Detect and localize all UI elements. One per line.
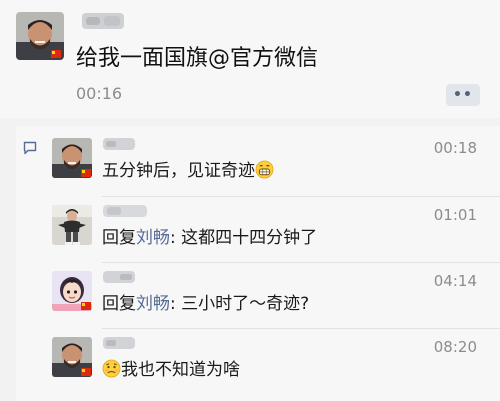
china-flag-icon xyxy=(51,50,61,58)
comment-item[interactable]: 04:14 回复刘畅: 三小时了～奇迹? xyxy=(52,261,500,325)
more-actions-button[interactable]: •• xyxy=(446,84,480,106)
post-author-avatar[interactable] xyxy=(16,12,64,60)
comment-timestamp: 00:18 xyxy=(433,139,477,157)
mention-link[interactable]: 刘畅 xyxy=(136,294,170,314)
comment-body: : 三小时了～奇迹? xyxy=(170,294,310,314)
comment-text: 回复刘畅: 这都四十四分钟了 xyxy=(102,227,317,249)
commenter-avatar[interactable] xyxy=(52,205,92,245)
comment-item[interactable]: 00:18 五分钟后，见证奇迹 xyxy=(52,128,500,192)
commenter-avatar[interactable] xyxy=(52,337,92,377)
reply-prefix: 回复 xyxy=(102,228,136,248)
comment-text: 五分钟后，见证奇迹 xyxy=(102,160,274,182)
china-flag-icon xyxy=(81,169,91,177)
comment-body: : 这都四十四分钟了 xyxy=(170,228,318,248)
post-author-name-blurred[interactable] xyxy=(80,11,126,31)
commenter-name-blurred[interactable] xyxy=(102,203,148,217)
comment-item[interactable]: 01:01 回复刘畅: 这都四十四分钟了 xyxy=(52,195,500,259)
confused-face-icon xyxy=(102,359,121,378)
post-text: 给我一面国旗@官方微信 xyxy=(76,46,319,71)
commenter-avatar[interactable] xyxy=(52,138,92,178)
post-timestamp: 00:16 xyxy=(76,84,123,103)
comment-item[interactable]: 08:20 我也不知道为啥 xyxy=(52,327,500,391)
comment-icon xyxy=(23,141,37,155)
reply-prefix: 回复 xyxy=(102,294,136,314)
comment-body: 我也不知道为啥 xyxy=(121,360,240,380)
mention-link[interactable]: 刘畅 xyxy=(136,228,170,248)
commenter-name-blurred[interactable] xyxy=(102,335,136,349)
post: 给我一面国旗@官方微信 00:16 •• xyxy=(0,0,500,118)
comment-body: 五分钟后，见证奇迹 xyxy=(102,161,255,181)
comments-section: 00:18 五分钟后，见证奇迹 01:01 回复刘畅: 这都四十四分钟了 04:… xyxy=(16,126,500,401)
grinning-face-icon xyxy=(255,160,274,179)
moments-post-screen: 给我一面国旗@官方微信 00:16 •• 00:18 五分钟后，见证奇迹 01:… xyxy=(0,0,500,401)
commenter-name-blurred[interactable] xyxy=(102,136,136,150)
china-flag-icon xyxy=(81,302,91,310)
more-dots-icon: •• xyxy=(453,87,473,103)
comment-timestamp: 01:01 xyxy=(433,206,477,224)
comment-timestamp: 08:20 xyxy=(433,338,477,356)
commenter-name-blurred[interactable] xyxy=(102,269,136,283)
china-flag-icon xyxy=(81,368,91,376)
comment-text: 回复刘畅: 三小时了～奇迹? xyxy=(102,293,309,315)
comment-text: 我也不知道为啥 xyxy=(102,359,240,381)
comment-timestamp: 04:14 xyxy=(433,272,477,290)
commenter-avatar[interactable] xyxy=(52,271,92,311)
